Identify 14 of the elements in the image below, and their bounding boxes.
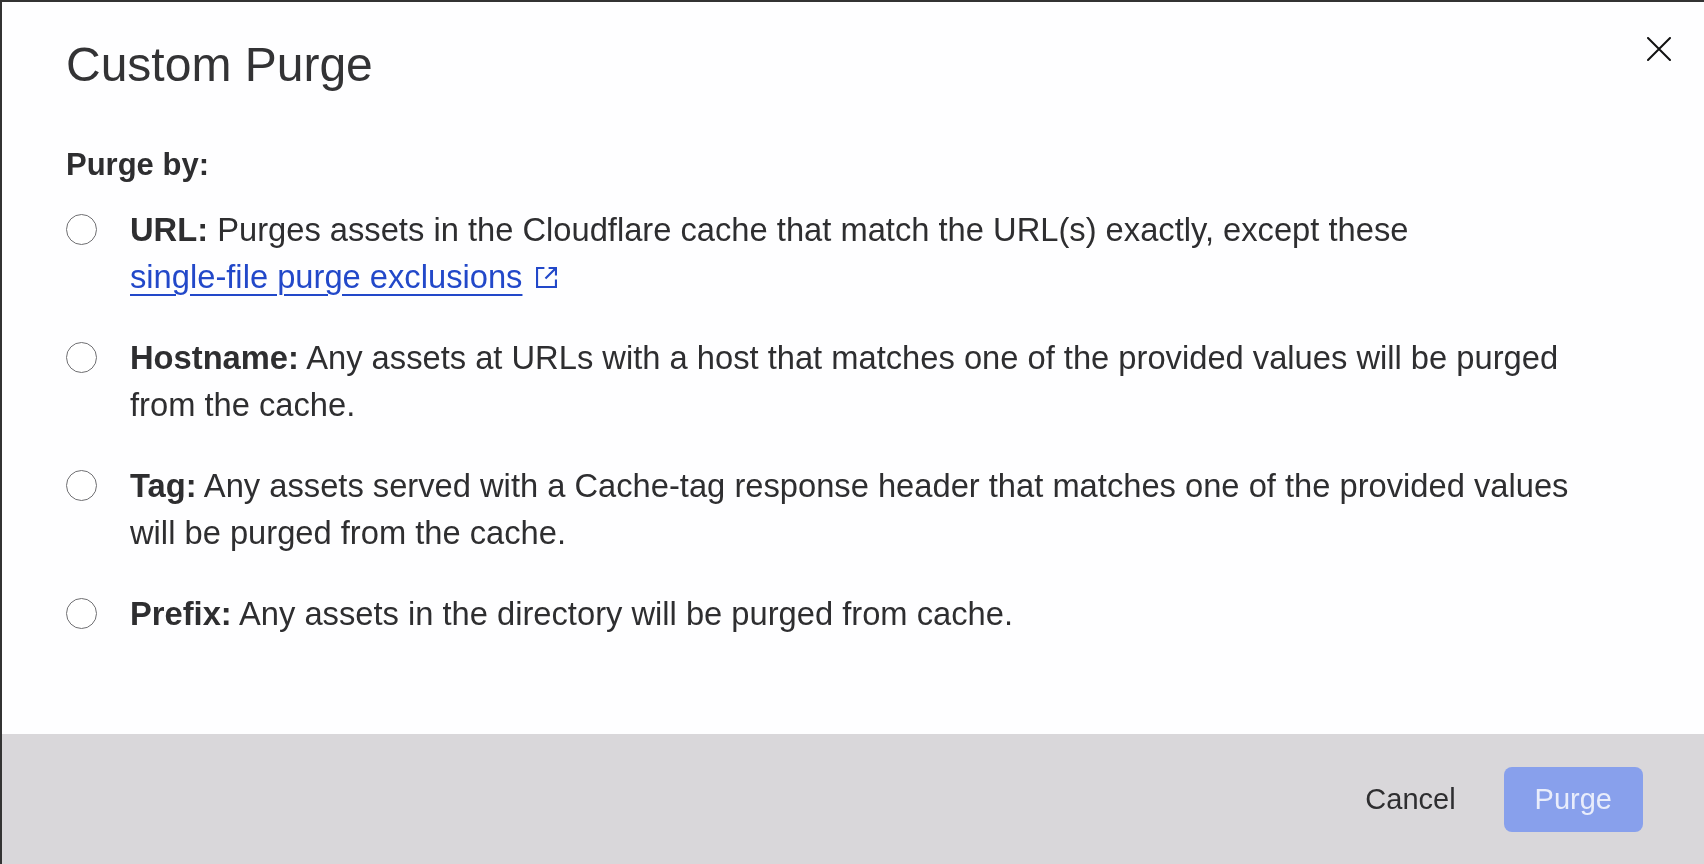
exclusions-link[interactable]: single-file purge exclusions [130,258,558,295]
cancel-button[interactable]: Cancel [1334,766,1487,832]
option-description: Prefix: Any assets in the directory will be purged from cache. [130,594,1014,634]
section-label: Purge by: [66,147,210,183]
option-description: URL: Purges assets in the Cloudflare cache that match the URL(s) exactly, except these single-file purge exclusions [130,210,1410,297]
dialog-title: Custom Purge [66,37,373,93]
radio-button[interactable] [66,470,97,501]
radio-button[interactable] [66,214,97,245]
external-link-icon [536,267,558,288]
option-description: Hostname: Any assets at URLs with a host that matches one of the provided values will be purged from the cache. [130,338,1560,425]
close-icon [1647,37,1671,61]
radio-button[interactable] [66,598,97,629]
option-description: Tag: Any assets served with a Cache-tag response header that matches one of the provided values will be purged from the cache. [130,466,1570,553]
radio-button[interactable] [66,342,97,373]
